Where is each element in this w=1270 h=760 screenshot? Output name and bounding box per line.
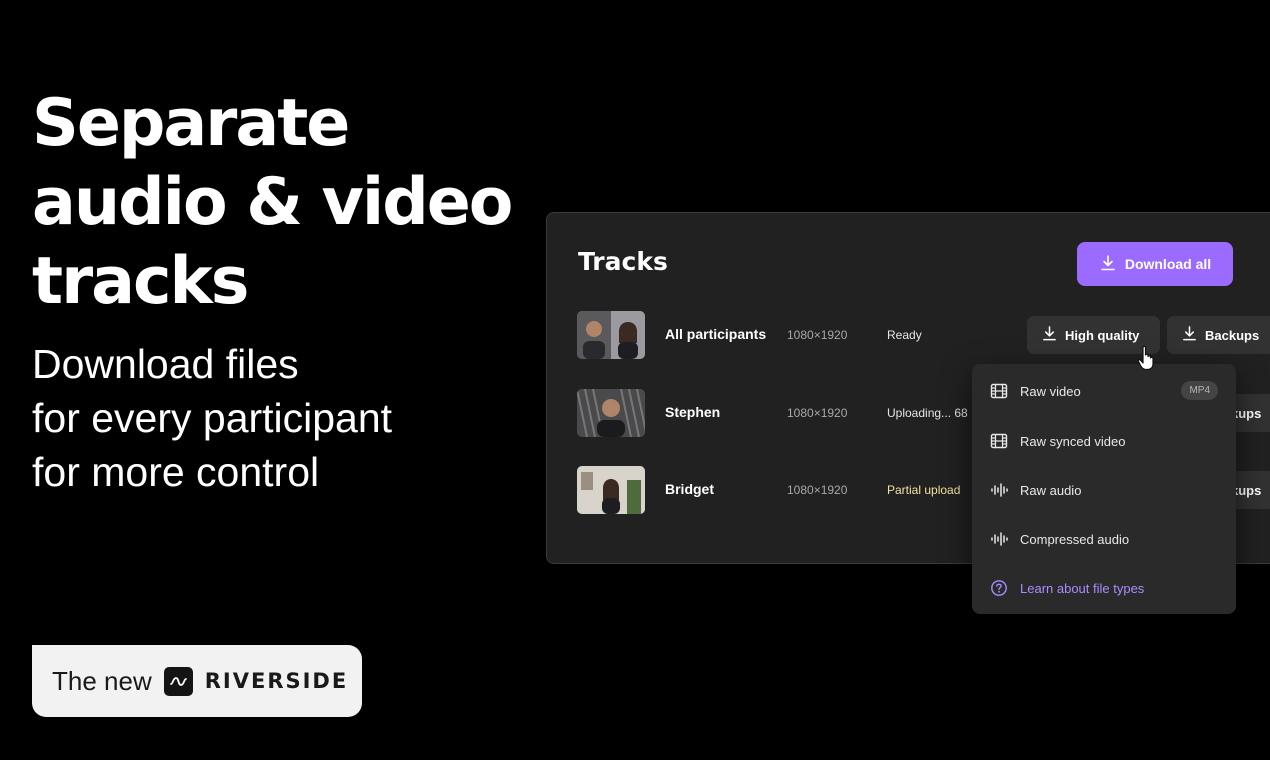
menu-item-label: Raw audio	[1020, 482, 1082, 498]
film-icon	[990, 432, 1008, 450]
hero-subtitle-line: Download files	[32, 341, 299, 387]
menu-item-label: Learn about file types	[1020, 580, 1145, 596]
audio-wave-icon	[990, 530, 1008, 548]
track-resolution: 1080×1920	[787, 328, 848, 342]
hero-title-line: audio & video	[32, 165, 513, 240]
download-all-button[interactable]: Download all	[1077, 242, 1233, 286]
hero-title-line: tracks	[32, 244, 249, 319]
brand-name: RIVERSIDE	[204, 669, 349, 693]
audio-wave-icon	[990, 481, 1008, 499]
hero-title: Separate audio & video tracks	[32, 84, 532, 321]
hand-cursor-icon	[1137, 345, 1157, 371]
participant-thumbnail	[577, 466, 645, 514]
film-icon	[990, 382, 1008, 400]
high-quality-label: High quality	[1065, 327, 1140, 343]
backups-label: Backups	[1205, 327, 1260, 343]
track-status: Uploading... 68	[887, 406, 968, 420]
menu-item-label: Raw video	[1020, 383, 1081, 399]
participant-thumbnail	[577, 311, 645, 359]
download-icon	[1099, 254, 1117, 275]
hero-subtitle-line: for every participant	[32, 395, 393, 441]
badge-prefix: The new	[52, 665, 152, 696]
menu-item-compressed-audio[interactable]: Compressed audio	[972, 519, 1236, 559]
track-status: Partial upload	[887, 483, 961, 497]
menu-item-raw-audio[interactable]: Raw audio	[972, 470, 1236, 510]
track-status: Ready	[887, 328, 922, 342]
hero-title-line: Separate	[32, 86, 350, 161]
hero-subtitle: Download files for every participant for…	[32, 337, 512, 499]
waveform-logo-icon	[163, 666, 193, 696]
track-name: Stephen	[665, 404, 721, 420]
menu-item-label: Compressed audio	[1020, 531, 1130, 547]
download-all-label: Download all	[1124, 256, 1212, 272]
menu-item-raw-synced-video[interactable]: Raw synced video	[972, 421, 1236, 461]
panel-title: Tracks	[578, 247, 668, 276]
track-name: Bridget	[665, 481, 714, 497]
hero-subtitle-line: for more control	[32, 449, 320, 495]
participant-thumbnail	[577, 389, 645, 437]
help-circle-icon	[990, 579, 1008, 597]
menu-item-label: Raw synced video	[1020, 433, 1126, 449]
download-icon	[1041, 325, 1058, 345]
track-resolution: 1080×1920	[787, 483, 848, 497]
track-name: All participants	[665, 326, 767, 342]
learn-file-types-link[interactable]: Learn about file types	[972, 568, 1236, 608]
track-resolution: 1080×1920	[787, 406, 848, 420]
file-type-menu: Raw video MP4 Raw synced video Raw audio…	[972, 364, 1236, 614]
format-badge: MP4	[1181, 381, 1218, 400]
riverside-badge: The new RIVERSIDE	[32, 645, 362, 717]
backups-button[interactable]: Backups	[1167, 316, 1270, 354]
download-icon	[1181, 325, 1198, 345]
menu-item-raw-video[interactable]: Raw video MP4	[972, 371, 1236, 411]
